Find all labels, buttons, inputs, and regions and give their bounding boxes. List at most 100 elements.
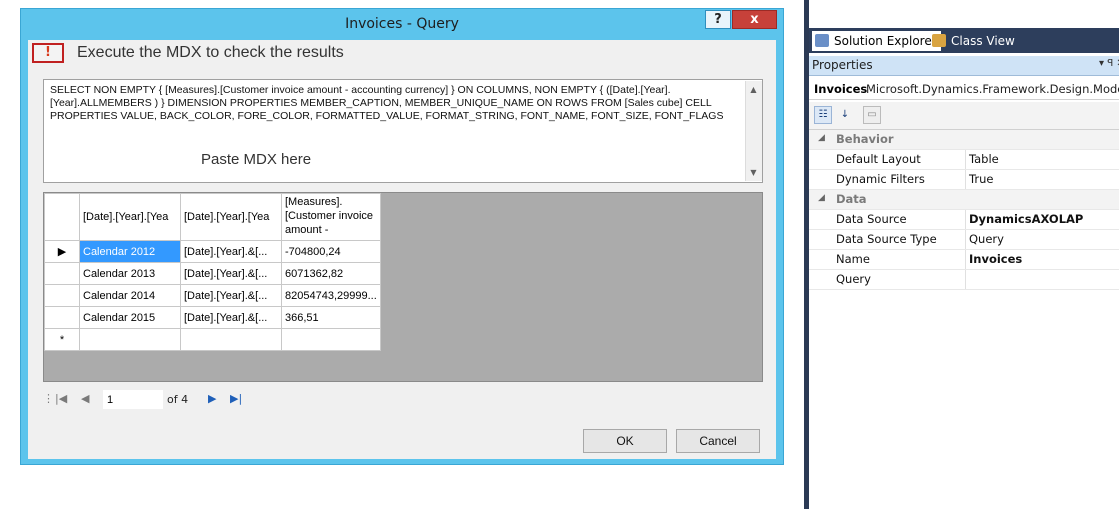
scroll-up-icon[interactable]: ▲ xyxy=(748,84,759,95)
class-view-icon xyxy=(932,34,946,47)
solution-explorer-icon xyxy=(815,34,829,47)
tab-label: Solution Explorer xyxy=(834,34,937,48)
property-value[interactable]: Query xyxy=(969,232,1004,246)
table-row[interactable]: Calendar 2013 [Date].[Year].&[... 607136… xyxy=(44,262,381,285)
column-header-year-caption[interactable]: [Date].[Year].[Yea xyxy=(79,193,181,241)
property-value[interactable]: Table xyxy=(969,152,999,166)
tool-window-tabs: Solution Explorer Class View xyxy=(809,28,1119,53)
table-cell[interactable]: Calendar 2014 xyxy=(79,284,181,307)
object-name: Invoices xyxy=(814,82,868,96)
table-cell[interactable]: [Date].[Year].&[... xyxy=(180,262,282,285)
row-header[interactable] xyxy=(44,284,80,307)
current-row-marker[interactable]: ▶ xyxy=(44,240,80,263)
execute-button[interactable]: ! xyxy=(32,43,64,63)
table-cell[interactable]: Calendar 2013 xyxy=(79,262,181,285)
alphabetical-icon[interactable]: ↓ xyxy=(836,106,854,124)
move-last-icon[interactable]: ▶| xyxy=(230,392,242,405)
property-name: Data Source xyxy=(836,212,907,226)
properties-title: Properties xyxy=(812,58,873,72)
row-header[interactable] xyxy=(44,306,80,329)
new-row-marker[interactable]: * xyxy=(44,328,80,351)
property-row-data-source-type[interactable]: Data Source Type Query xyxy=(809,230,1119,250)
exclamation-icon: ! xyxy=(45,45,51,60)
property-name: Default Layout xyxy=(836,152,921,166)
table-cell[interactable] xyxy=(281,328,381,351)
dialog-title: Invoices - Query xyxy=(345,16,459,32)
tab-solution-explorer[interactable]: Solution Explorer xyxy=(812,31,941,51)
help-button[interactable]: ? xyxy=(705,10,731,29)
collapse-icon[interactable]: ◢ xyxy=(818,133,825,143)
panel-top-area xyxy=(809,0,1119,28)
cancel-button[interactable]: Cancel xyxy=(676,429,760,453)
table-cell[interactable]: [Date].[Year].&[... xyxy=(180,240,282,263)
table-cell[interactable]: 6071362,82 xyxy=(281,262,381,285)
move-next-icon[interactable]: ▶ xyxy=(208,392,216,405)
tab-class-view[interactable]: Class View xyxy=(929,31,1019,51)
mdx-query-text: SELECT NON EMPTY { [Measures].[Customer … xyxy=(50,84,724,122)
property-name: Query xyxy=(836,272,871,286)
property-value[interactable]: Invoices xyxy=(969,252,1022,266)
results-grid: [Date].[Year].[Yea [Date].[Year].[Yea [M… xyxy=(44,193,381,351)
property-row-default-layout[interactable]: Default Layout Table xyxy=(809,150,1119,170)
table-row[interactable]: Calendar 2014 [Date].[Year].&[... 820547… xyxy=(44,284,381,307)
page-count-label: of 4 xyxy=(167,393,189,406)
table-cell[interactable]: Calendar 2012 xyxy=(79,240,181,263)
tab-label: Class View xyxy=(951,34,1015,48)
move-first-icon[interactable]: |◀ xyxy=(55,392,67,405)
results-grid-area: [Date].[Year].[Yea [Date].[Year].[Yea [M… xyxy=(43,192,763,382)
scroll-down-icon[interactable]: ▼ xyxy=(748,167,759,178)
table-cell[interactable] xyxy=(79,328,181,351)
object-type: Microsoft.Dynamics.Framework.Design.Mode… xyxy=(866,82,1119,96)
object-selector[interactable]: Invoices Microsoft.Dynamics.Framework.De… xyxy=(809,78,1119,100)
table-cell[interactable] xyxy=(180,328,282,351)
dialog-title-bar[interactable]: Invoices - Query ? x xyxy=(21,9,783,39)
property-value[interactable]: True xyxy=(969,172,993,186)
categorized-icon[interactable]: ☷ xyxy=(814,106,832,124)
grid-corner-cell[interactable] xyxy=(44,193,80,241)
property-name: Data Source Type xyxy=(836,232,937,246)
properties-title-bar[interactable]: Properties ▾ ꟼ ✕ xyxy=(809,56,1119,76)
dialog-client-area: ! Execute the MDX to check the results S… xyxy=(28,40,776,459)
binding-navigator: ⋮ |◀ ◀ of 4 ▶ ▶| xyxy=(43,388,763,412)
ok-button[interactable]: OK xyxy=(583,429,667,453)
execute-instruction-label: Execute the MDX to check the results xyxy=(77,44,344,61)
category-label: Data xyxy=(836,192,867,206)
category-label: Behavior xyxy=(836,132,894,146)
category-behavior[interactable]: ◢ Behavior xyxy=(809,130,1119,150)
column-header-invoice-amount-text: [Measures].[Customer invoice amount - ac… xyxy=(285,196,374,239)
property-row-query[interactable]: Query xyxy=(809,270,1119,290)
table-cell[interactable]: 82054743,29999... xyxy=(281,284,381,307)
collapse-icon[interactable]: ◢ xyxy=(818,193,825,203)
property-pages-icon[interactable]: ▭ xyxy=(863,106,881,124)
table-row[interactable]: Calendar 2015 [Date].[Year].&[... 366,51 xyxy=(44,306,381,329)
new-row[interactable]: * xyxy=(44,328,381,351)
table-cell[interactable]: 366,51 xyxy=(281,306,381,329)
close-button[interactable]: x xyxy=(732,10,777,29)
property-name: Dynamic Filters xyxy=(836,172,925,186)
table-cell[interactable]: Calendar 2015 xyxy=(79,306,181,329)
grid-header-row: [Date].[Year].[Yea [Date].[Year].[Yea [M… xyxy=(44,193,381,241)
property-name: Name xyxy=(836,252,870,266)
table-cell[interactable]: [Date].[Year].&[... xyxy=(180,306,282,329)
pin-icon[interactable]: ▾ ꟼ ✕ xyxy=(1099,58,1119,69)
column-header-year-unique[interactable]: [Date].[Year].[Yea xyxy=(180,193,282,241)
column-header-invoice-amount[interactable]: [Measures].[Customer invoice amount - ac… xyxy=(281,193,381,241)
mdx-scrollbar[interactable]: ▲ ▼ xyxy=(745,81,762,181)
mdx-textarea[interactable]: SELECT NON EMPTY { [Measures].[Customer … xyxy=(43,79,763,183)
properties-toolbar: ☷ ↓ ▭ xyxy=(809,102,1119,130)
row-header[interactable] xyxy=(44,262,80,285)
property-row-dynamic-filters[interactable]: Dynamic Filters True xyxy=(809,170,1119,190)
property-row-data-source[interactable]: Data Source DynamicsAXOLAP xyxy=(809,210,1119,230)
table-cell[interactable]: -704800,24 xyxy=(281,240,381,263)
table-row[interactable]: ▶ Calendar 2012 [Date].[Year].&[... -704… xyxy=(44,240,381,263)
property-value[interactable]: DynamicsAXOLAP xyxy=(969,212,1083,226)
property-row-name[interactable]: Name Invoices xyxy=(809,250,1119,270)
grip-icon: ⋮ xyxy=(43,392,54,405)
table-cell[interactable]: [Date].[Year].&[... xyxy=(180,284,282,307)
page-number-input[interactable] xyxy=(103,390,163,409)
query-dialog: Invoices - Query ? x ! Execute the MDX t… xyxy=(20,8,784,465)
category-data[interactable]: ◢ Data xyxy=(809,190,1119,210)
move-previous-icon[interactable]: ◀ xyxy=(81,392,89,405)
paste-mdx-hint: Paste MDX here xyxy=(201,151,312,168)
property-grid: ◢ Behavior Default Layout Table Dynamic … xyxy=(809,130,1119,290)
